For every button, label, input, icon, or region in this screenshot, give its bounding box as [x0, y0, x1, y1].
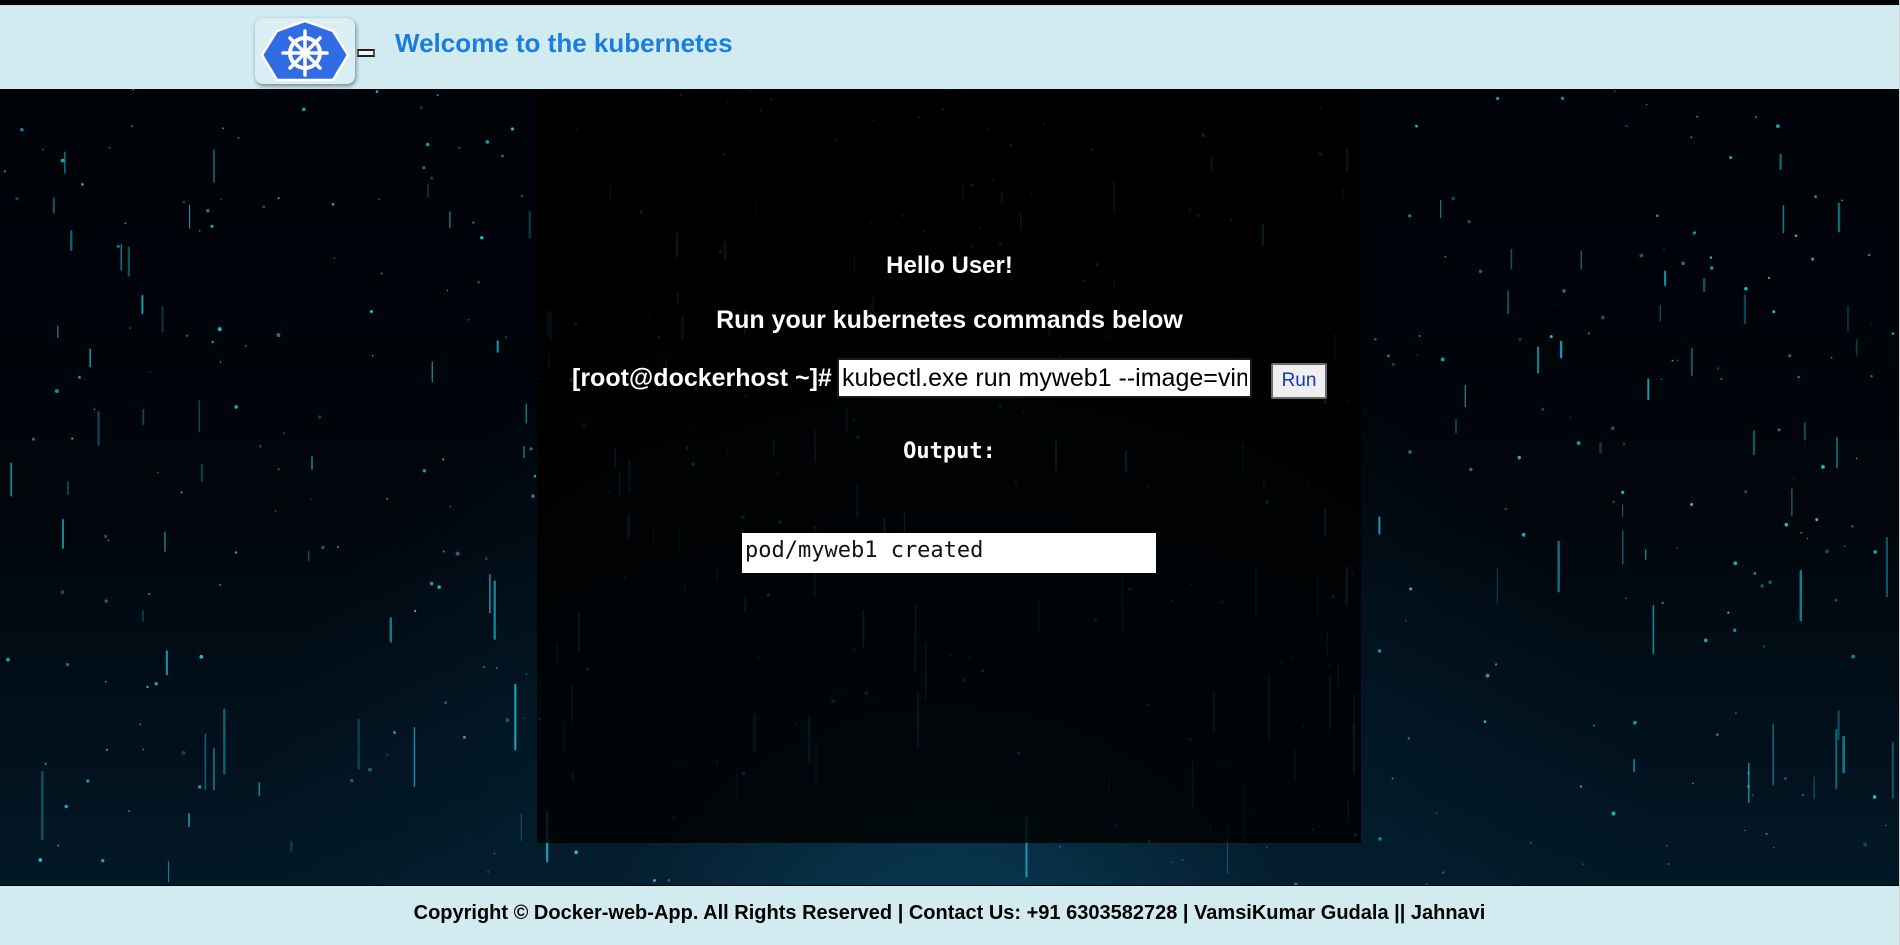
footer-bar: Copyright © Docker-web-App. All Rights R… — [0, 886, 1899, 945]
minimize-glyph — [357, 49, 375, 57]
greeting-heading: Hello User! — [886, 252, 1013, 279]
kubernetes-logo — [255, 18, 355, 84]
starfield-background — [0, 89, 1899, 885]
command-panel — [537, 89, 1361, 843]
header-bar: Welcome to the kubernetes — [0, 5, 1899, 89]
copyright-text: Copyright © Docker-web-App. All Rights R… — [413, 902, 1486, 924]
run-button[interactable]: Run — [1271, 363, 1327, 399]
instructions-heading: Run your kubernetes commands below — [716, 306, 1183, 334]
kubernetes-helm-icon — [260, 19, 350, 82]
output-box: pod/myweb1 created — [742, 533, 1156, 573]
output-heading: Output: — [903, 439, 996, 464]
command-input[interactable] — [837, 358, 1252, 398]
shell-prompt: [root@dockerhost ~]# — [572, 364, 832, 392]
page-title: Welcome to the kubernetes — [395, 28, 733, 58]
